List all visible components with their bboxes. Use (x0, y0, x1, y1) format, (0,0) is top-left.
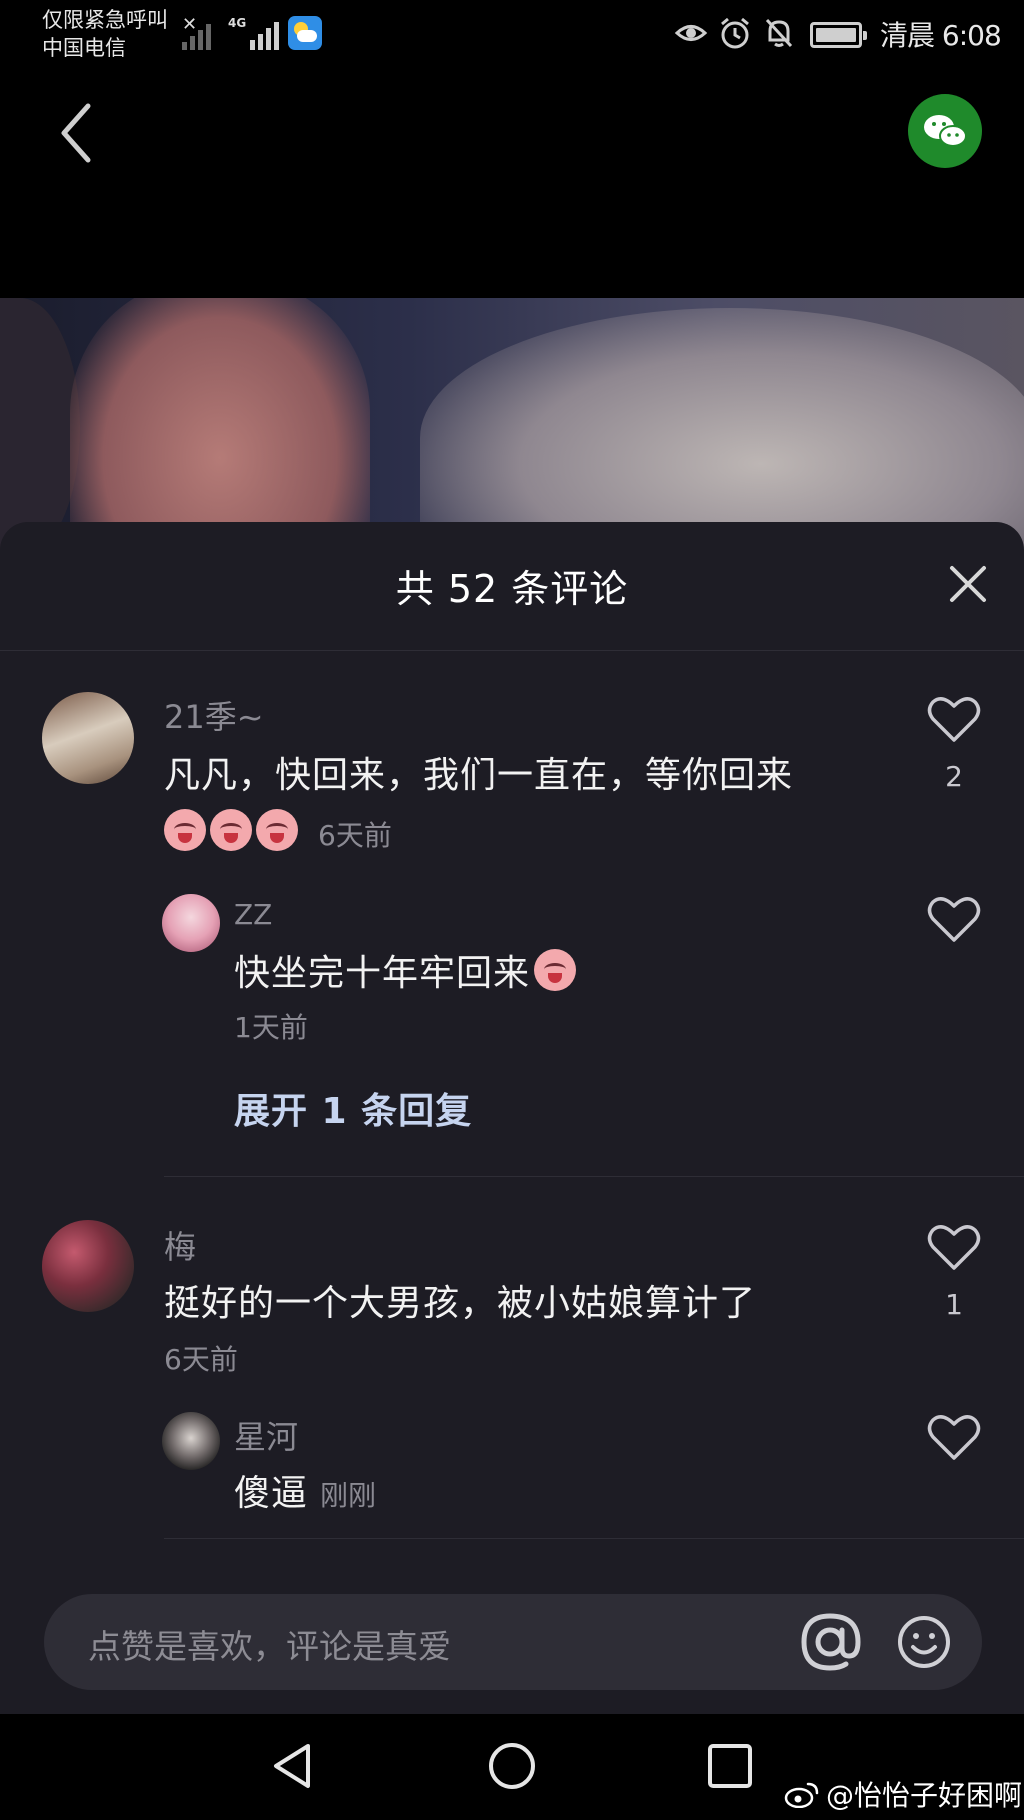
carrier-emergency-label: 仅限紧急呼叫 (42, 8, 168, 32)
nav-back-icon[interactable] (266, 1738, 322, 1794)
header-divider (0, 650, 1024, 651)
avatar[interactable] (42, 692, 134, 784)
carrier-info: 仅限紧急呼叫 中国电信 (42, 6, 168, 62)
battery-icon (810, 22, 867, 48)
watermark-text: @怡怡子好困啊 (826, 1779, 1023, 1812)
nav-recents-icon[interactable] (702, 1738, 758, 1794)
wechat-share-button[interactable] (908, 94, 982, 168)
eye-comfort-icon (674, 25, 708, 41)
reply-username[interactable]: 星河 (234, 1412, 298, 1458)
heart-icon[interactable] (927, 894, 981, 944)
comment-username[interactable]: 21季~ (164, 692, 264, 738)
alarm-icon (721, 17, 749, 49)
comment-text[interactable]: 挺好的一个大男孩，被小姑娘算计了 (164, 1274, 756, 1326)
wechat-icon (924, 115, 967, 147)
comment-divider (164, 1538, 1024, 1539)
signal-strength-icon (182, 18, 211, 50)
laughing-pig-emoji-icon (164, 809, 206, 851)
comment-username[interactable]: 梅 (164, 1222, 196, 1268)
comments-panel: 共 52 条评论 21季~ 凡凡，快回来，我们一直在，等你回来 6天前 2 ZZ… (0, 522, 1024, 1714)
comment-time: 6天前 (164, 1343, 238, 1376)
avatar[interactable] (162, 1412, 220, 1470)
reply-time: 1天前 (234, 1011, 308, 1044)
avatar[interactable] (42, 1220, 134, 1312)
laughing-pig-emoji-icon (256, 809, 298, 851)
like-count: 2 (945, 760, 963, 793)
nav-home-icon[interactable] (484, 1738, 540, 1794)
comment-time: 6天前 (318, 819, 392, 852)
screen: 仅限紧急呼叫 中国电信 ✕ 4G 清晨 6:08 共 52 条评论 21季~ 凡… (0, 0, 1024, 1820)
mute-bell-icon (765, 18, 793, 48)
video-preview[interactable] (0, 298, 1024, 558)
emoji-picker-icon[interactable] (896, 1614, 952, 1670)
comment-divider (164, 1176, 1024, 1177)
weibo-logo-icon (784, 1782, 819, 1808)
comment-input-placeholder: 点赞是喜欢，评论是真爱 (88, 1627, 451, 1666)
weather-app-icon (288, 16, 322, 50)
comment-input[interactable]: 点赞是喜欢，评论是真爱 (44, 1594, 982, 1690)
reply-text-row[interactable]: 快坐完十年牢回来 (234, 944, 580, 996)
back-arrow-icon[interactable] (52, 100, 102, 166)
heart-icon[interactable] (927, 694, 981, 744)
avatar[interactable] (162, 894, 220, 952)
status-bar: 仅限紧急呼叫 中国电信 ✕ 4G 清晨 6:08 (0, 0, 1024, 70)
video-frame-shape (0, 298, 80, 558)
reply-username[interactable]: ZZ (234, 898, 272, 931)
comment-emoji-row (164, 808, 302, 852)
reply-text: 傻逼 (234, 1473, 309, 1514)
pig-emoji-icon (534, 949, 577, 991)
heart-icon[interactable] (927, 1412, 981, 1462)
reply-text: 快坐完十年牢回来 (234, 953, 531, 994)
weibo-watermark: @怡怡子好困啊 (784, 1774, 1022, 1814)
laughing-pig-emoji-icon (210, 809, 252, 851)
carrier-name: 中国电信 (42, 36, 126, 60)
video-frame-hand (70, 298, 370, 558)
heart-icon[interactable] (927, 1222, 981, 1272)
signal-strength-icon-2 (250, 18, 279, 50)
status-clock: 清晨 6:08 (880, 19, 1002, 52)
reply-time: 刚刚 (320, 1479, 377, 1512)
mention-at-icon[interactable] (796, 1608, 864, 1676)
comment-text[interactable]: 凡凡，快回来，我们一直在，等你回来 (164, 746, 793, 798)
reply-text-row[interactable]: 傻逼 刚刚 (234, 1464, 376, 1516)
close-icon[interactable] (946, 562, 990, 606)
comments-count-title: 共 52 条评论 (395, 567, 629, 611)
expand-replies-button[interactable]: 展开 1 条回复 (234, 1082, 472, 1134)
video-frame-hair (420, 308, 1024, 558)
network-type-label: 4G (228, 16, 247, 30)
like-count: 1 (945, 1288, 963, 1321)
